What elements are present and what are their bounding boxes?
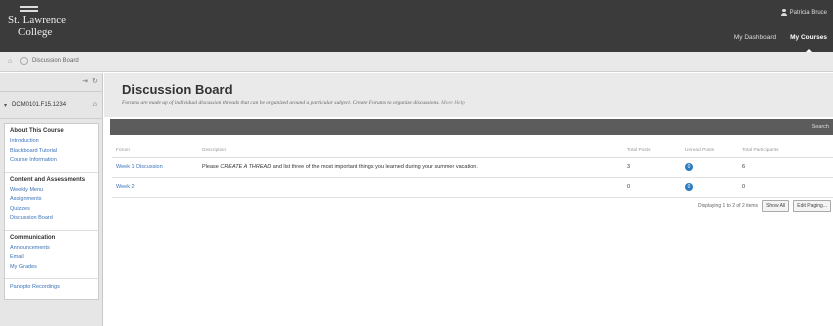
- chevron-down-icon[interactable]: ▾: [4, 102, 7, 109]
- menu-section: About This Course Introduction Blackboar…: [5, 124, 98, 173]
- home-icon[interactable]: ⌂: [8, 58, 12, 65]
- sidebar-tools: ⇥ ↻: [0, 73, 102, 91]
- more-help-link[interactable]: More Help: [441, 100, 465, 106]
- course-menu: About This Course Introduction Blackboar…: [4, 123, 99, 300]
- logo-mark-icon: [20, 6, 38, 12]
- menu-link-weekly-menu[interactable]: Weekly Menu: [10, 186, 93, 196]
- section-title: Content and Assessments: [10, 176, 86, 183]
- unread-badge[interactable]: 0: [685, 183, 693, 191]
- course-header[interactable]: ▾ DCM0101.F15.1234 ⌂: [0, 91, 103, 119]
- menu-section: Panopto Recordings: [5, 279, 98, 299]
- menu-section: Content and Assessments Weekly Menu Assi…: [5, 173, 98, 231]
- refresh-icon[interactable]: ↻: [92, 77, 98, 85]
- college-logo[interactable]: St. Lawrence College: [8, 6, 66, 38]
- course-sidebar: ⇥ ↻ ▾ DCM0101.F15.1234 ⌂ About This Cour…: [0, 73, 103, 326]
- search-button[interactable]: Search: [812, 124, 829, 130]
- table-header-row: Forum Description Total Posts Unread Pos…: [112, 145, 833, 158]
- crumb-separator-icon: [20, 57, 28, 65]
- nav-my-courses[interactable]: My Courses: [790, 34, 827, 55]
- unread-badge[interactable]: 0: [685, 163, 693, 171]
- col-forum[interactable]: Forum: [112, 145, 198, 158]
- table-row: Week 2 0 0 0: [112, 177, 833, 198]
- forum-link-week-1[interactable]: Week 1 Discussion: [116, 164, 163, 170]
- col-total-posts[interactable]: Total Posts: [623, 145, 681, 158]
- menu-link-my-grades[interactable]: My Grades: [10, 263, 93, 273]
- nav-my-dashboard[interactable]: My Dashboard: [734, 34, 776, 41]
- menu-link-introduction[interactable]: Introduction: [10, 137, 93, 147]
- section-title: Communication: [10, 234, 56, 241]
- logo-line-2: College: [18, 25, 53, 38]
- forums-table: Forum Description Total Posts Unread Pos…: [112, 145, 833, 198]
- user-name: Patricia Bruce: [789, 9, 827, 16]
- top-nav: My Dashboard My Courses: [734, 34, 827, 55]
- collapse-icon[interactable]: ⇥: [82, 77, 88, 85]
- show-all-button[interactable]: Show All: [762, 200, 790, 212]
- menu-link-discussion-board[interactable]: Discussion Board: [10, 214, 93, 224]
- section-title: About This Course: [10, 128, 64, 134]
- menu-link-email[interactable]: Email: [10, 253, 93, 263]
- breadcrumb-current: Discussion Board: [32, 58, 79, 64]
- forum-link-week-2[interactable]: Week 2: [116, 184, 135, 190]
- menu-link-course-information[interactable]: Course Information: [10, 156, 93, 166]
- page-description: Forums are made up of individual discuss…: [122, 100, 465, 106]
- total-participants: 6: [738, 157, 833, 178]
- menu-section: Communication Announcements Email My Gra…: [5, 231, 98, 279]
- logo-line-1: St. Lawrence: [8, 14, 67, 26]
- col-description[interactable]: Description: [198, 145, 623, 158]
- page-header: Discussion Board Forums are made up of i…: [104, 73, 833, 117]
- table-row: Week 1 Discussion Please CREATE A THREAD…: [112, 157, 833, 178]
- top-header: St. Lawrence College Patricia Bruce My D…: [0, 0, 833, 55]
- paging-controls: Displaying 1 to 2 of 2 items Show All Ed…: [698, 200, 831, 212]
- forum-description: [198, 177, 623, 198]
- course-id: DCM0101.F15.1234: [12, 102, 67, 108]
- total-posts: 3: [623, 157, 681, 178]
- menu-link-quizzes[interactable]: Quizzes: [10, 205, 93, 215]
- paging-status: Displaying 1 to 2 of 2 items: [698, 203, 759, 209]
- menu-link-blackboard-tutorial[interactable]: Blackboard Tutorial: [10, 147, 93, 157]
- page-title: Discussion Board: [122, 82, 233, 97]
- edit-paging-button[interactable]: Edit Paging...: [793, 200, 831, 212]
- total-posts: 0: [623, 177, 681, 198]
- col-total-participants[interactable]: Total Participants: [738, 145, 833, 158]
- breadcrumb: ⌂ Discussion Board: [0, 52, 833, 72]
- forum-description: Please CREATE A THREAD and list three of…: [198, 157, 623, 178]
- menu-link-announcements[interactable]: Announcements: [10, 244, 93, 254]
- description-text: Forums are made up of individual discuss…: [122, 100, 440, 106]
- menu-link-panopto-recordings[interactable]: Panopto Recordings: [10, 283, 93, 293]
- total-participants: 0: [738, 177, 833, 198]
- action-bar: Search: [110, 119, 833, 135]
- user-icon: [780, 9, 787, 16]
- main-content: Discussion Board Forums are made up of i…: [104, 73, 833, 326]
- course-home-icon[interactable]: ⌂: [93, 101, 97, 108]
- user-menu[interactable]: Patricia Bruce: [780, 9, 827, 16]
- col-unread-posts[interactable]: Unread Posts: [681, 145, 738, 158]
- menu-link-assignments[interactable]: Assignments: [10, 195, 93, 205]
